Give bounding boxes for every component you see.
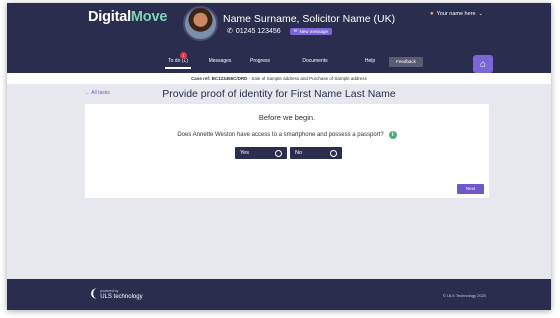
solicitor-name: Name Surname, Solicitor Name (UK) [223,13,396,25]
brand-primary: Digital [88,9,131,25]
case-reference-bar: Case ref: BC123456C/DRD - Sale of Sample… [7,73,551,84]
task-card: Before we begin. Does Annette Weston hav… [85,104,489,198]
chevron-down-icon: ⌄ [478,11,483,17]
user-menu-label: Your name here [436,11,476,17]
brand-logo[interactable]: DigitalMove [88,9,167,25]
tab-help[interactable]: Help [362,56,378,69]
home-gear-icon: ⌂ [479,58,487,70]
option-no[interactable]: No [290,147,342,159]
footer-brand: ULS technology [100,294,143,300]
user-icon: ● [430,11,434,17]
page-title: Provide proof of identity for First Name… [162,88,396,100]
home-settings-button[interactable]: ⌂ [473,55,493,73]
uls-logo-icon: ❨ [89,287,99,300]
main-nav: To do (1) 1 Messages Progress Documents … [7,52,551,69]
copyright-text: © ULS Technology 2020 [443,293,487,298]
radio-icon [330,149,337,157]
avatar [183,6,218,41]
page-subheader: ← All tasks Provide proof of identity fo… [7,84,551,104]
chat-icon: ✉ [293,28,298,33]
contact-row: ✆ 01245 123456 ✉ New message [227,27,332,35]
intro-text: Before we begin. [258,113,316,122]
tab-todo[interactable]: To do (1) [165,56,191,69]
next-button[interactable]: Next [457,184,484,194]
info-icon[interactable]: i [388,131,397,139]
case-description: - Sale of Sample address and Purchase of… [247,76,367,81]
radio-icon [275,149,282,157]
uls-logo-text: powered by ULS technology [100,288,142,300]
new-message-button[interactable]: ✉ New message [289,27,332,35]
brand-accent: Move [130,9,168,25]
option-yes[interactable]: Yes [235,147,287,159]
user-menu[interactable]: ● Your name here ⌄ [430,11,483,17]
feedback-button[interactable]: Feedback [389,57,423,67]
tab-documents[interactable]: Documents [298,56,332,69]
option-yes-label: Yes [240,150,249,156]
app-header: DigitalMove Name Surname, Solicitor Name… [7,3,551,73]
new-message-label: New message [299,28,328,34]
question-row: Does Annette Weston have access to a sma… [85,131,489,139]
browser-window: DigitalMove Name Surname, Solicitor Name… [7,3,551,310]
option-no-label: No [295,150,303,156]
tab-progress[interactable]: Progress [247,56,273,69]
app-footer: ❨ powered by ULS technology © ULS Techno… [7,279,551,310]
tab-messages[interactable]: Messages [207,56,233,69]
todo-count-badge: 1 [180,52,187,59]
phone-icon: ✆ [227,28,233,35]
phone-number: 01245 123456 [235,27,281,35]
question-text: Does Annette Weston have access to a sma… [177,132,384,138]
uls-logo: ❨ powered by ULS technology [89,288,143,300]
case-ref: Case ref: BC123456C/DRD [191,76,248,81]
